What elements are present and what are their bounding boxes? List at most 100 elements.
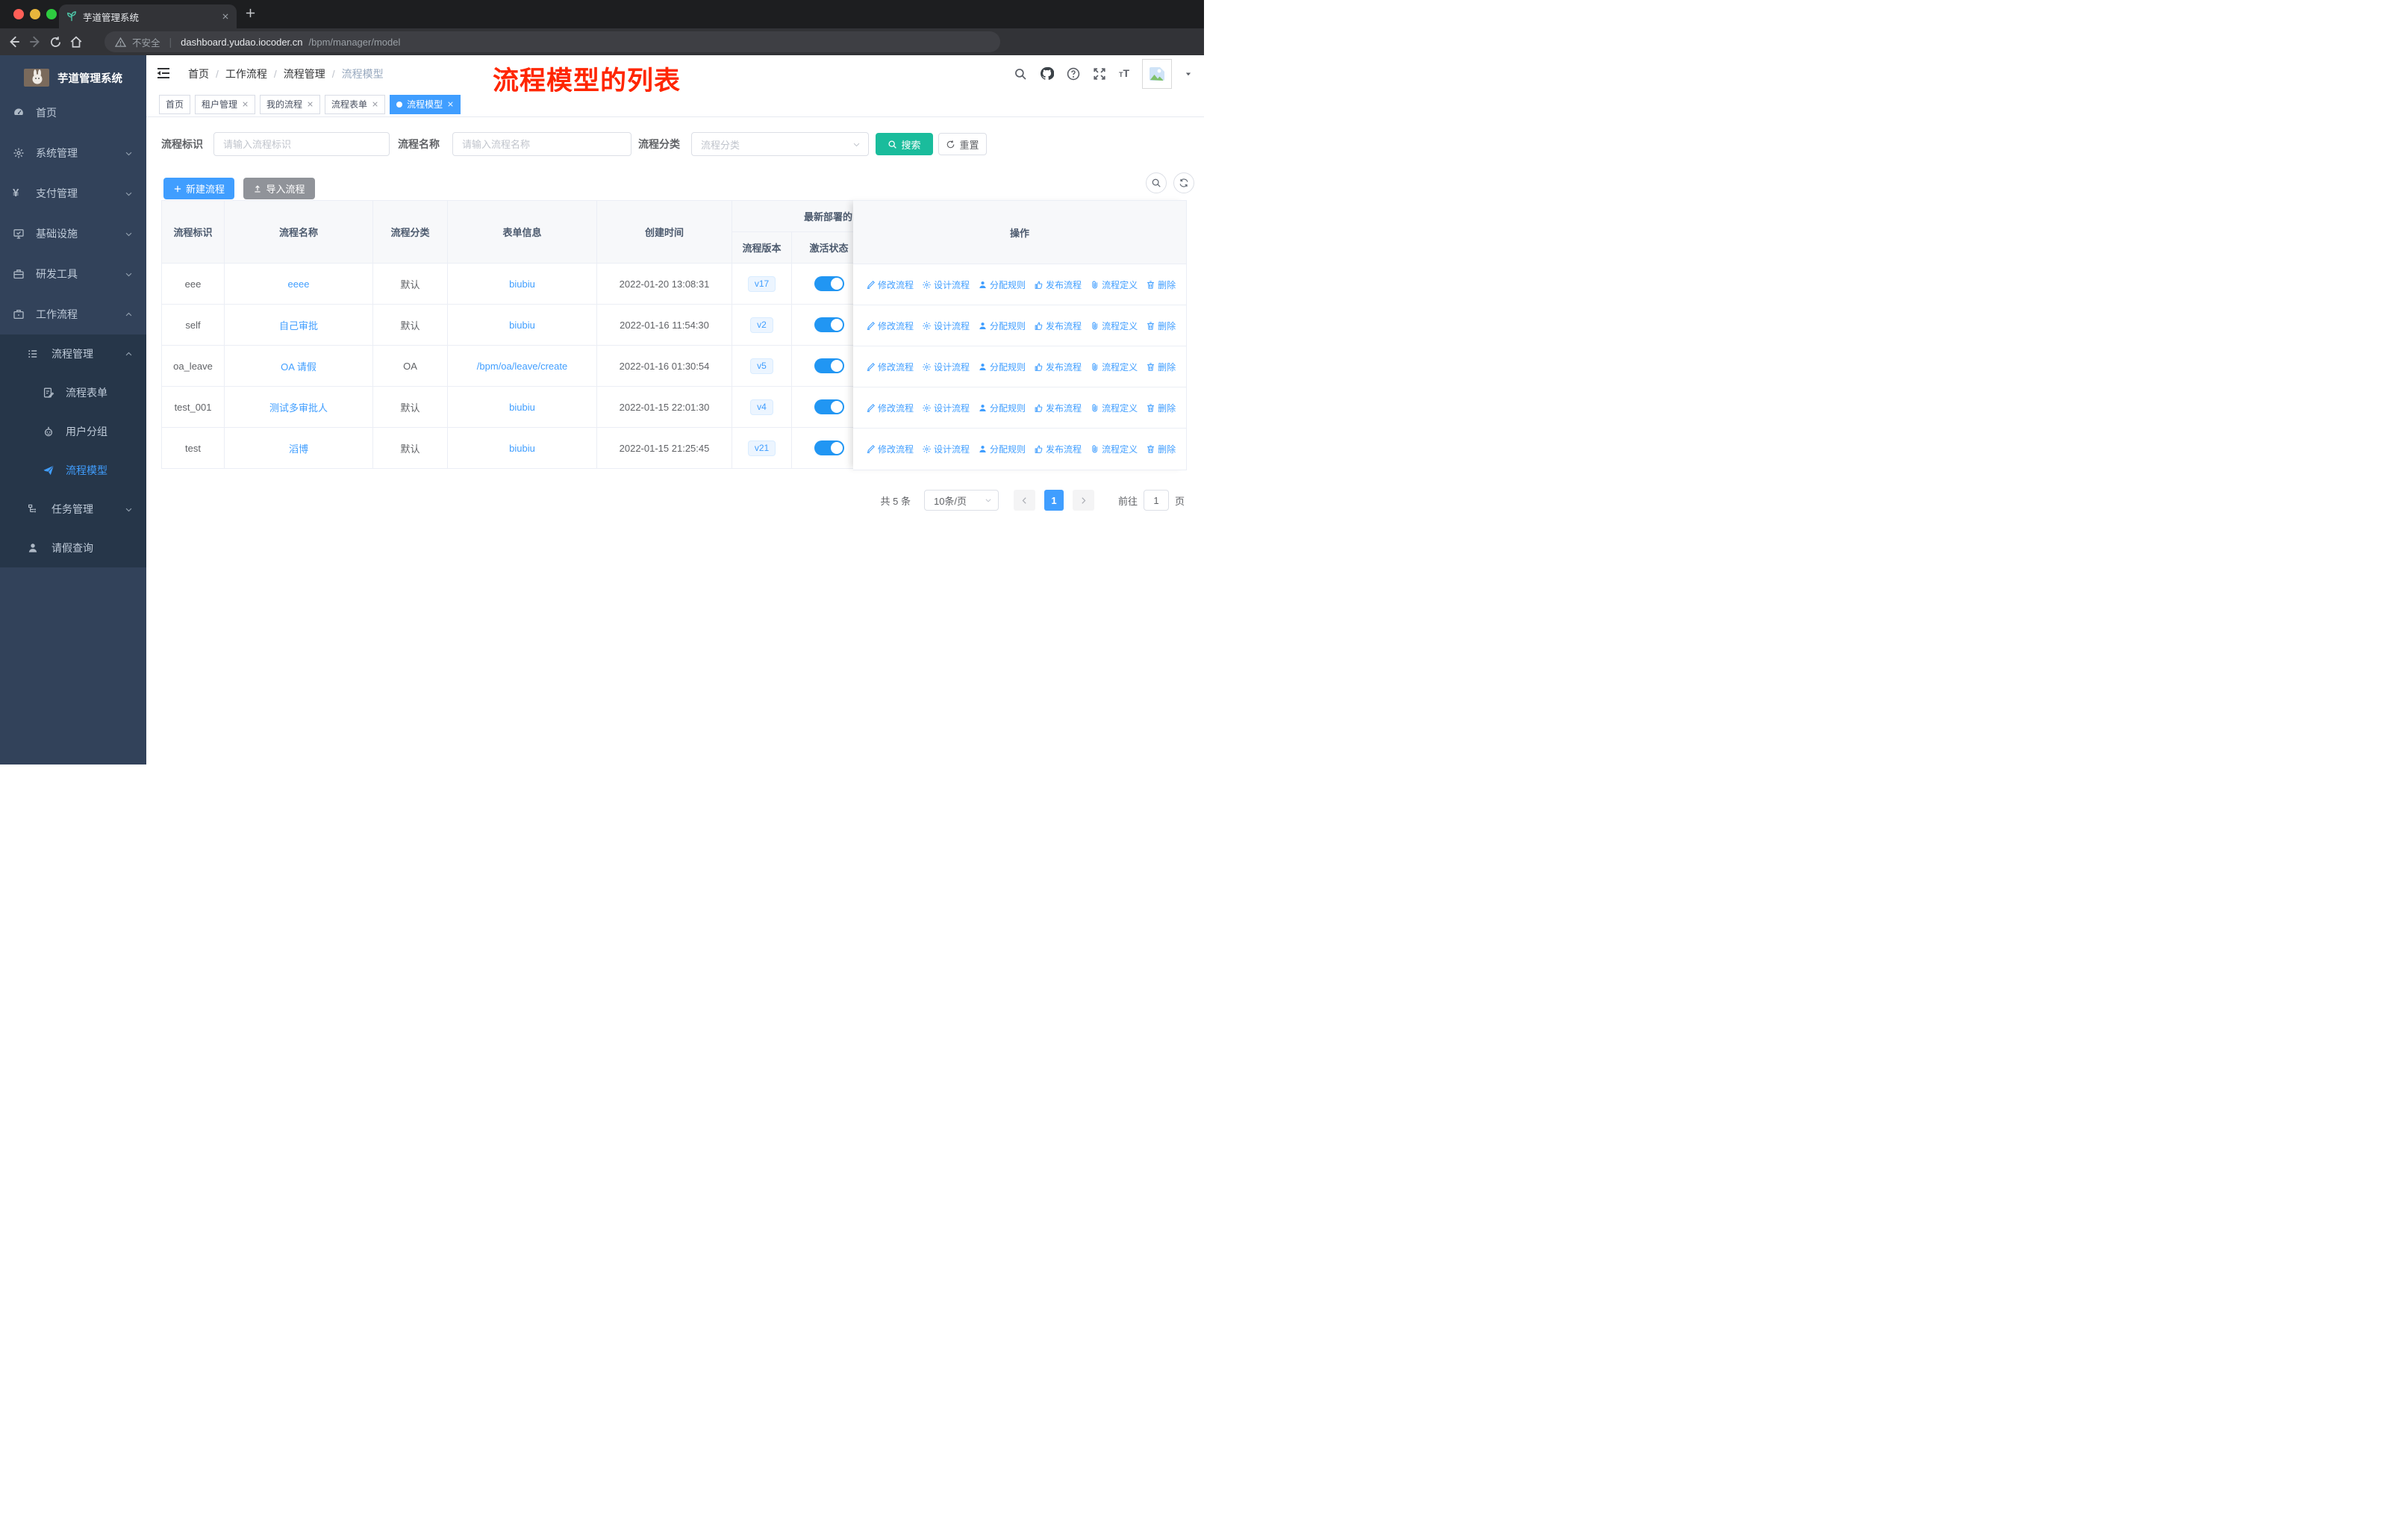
tag-tenant[interactable]: 租户管理: [195, 94, 256, 114]
prev-page-button[interactable]: [1013, 490, 1035, 511]
tab-close-icon[interactable]: [222, 13, 229, 20]
minimize-window-button[interactable]: [30, 9, 40, 19]
process-name-link[interactable]: OA 请假: [281, 361, 316, 373]
form-info-link[interactable]: biubiu: [509, 443, 535, 454]
row-action-publish[interactable]: 发布流程: [1034, 402, 1082, 414]
row-action-assign[interactable]: 分配规则: [978, 320, 1026, 332]
avatar[interactable]: [1142, 58, 1172, 89]
activation-toggle[interactable]: [814, 317, 844, 332]
goto-page-input[interactable]: [1143, 490, 1169, 511]
activation-toggle[interactable]: [814, 399, 844, 414]
activation-toggle[interactable]: [814, 440, 844, 455]
row-action-publish[interactable]: 发布流程: [1034, 443, 1082, 455]
import-process-button[interactable]: 导入流程: [243, 178, 315, 199]
tag-process-model[interactable]: 流程模型: [390, 94, 461, 114]
row-action-publish[interactable]: 发布流程: [1034, 278, 1082, 291]
browser-tab[interactable]: 芋道管理系统: [59, 4, 237, 28]
sidebar-item-payment[interactable]: ¥ 支付管理: [0, 173, 146, 214]
form-info-link[interactable]: biubiu: [509, 320, 535, 331]
sidebar-item-home[interactable]: 首页: [0, 93, 146, 133]
sidebar-collapse-icon[interactable]: [156, 66, 171, 81]
maximize-window-button[interactable]: [46, 9, 57, 19]
row-action-edit[interactable]: 修改流程: [866, 361, 914, 373]
fullscreen-icon[interactable]: [1093, 67, 1106, 81]
page-1-button[interactable]: 1: [1044, 490, 1064, 511]
breadcrumb-process-mgmt[interactable]: 流程管理: [284, 66, 325, 81]
url-bar[interactable]: 不安全 | dashboard.yudao.iocoder.cn/bpm/man…: [105, 31, 1000, 52]
caret-down-icon[interactable]: [1185, 70, 1192, 78]
page-size-select[interactable]: 10条/页: [923, 490, 999, 511]
row-action-edit[interactable]: 修改流程: [866, 402, 914, 414]
refresh-button[interactable]: [1173, 172, 1194, 193]
search-icon[interactable]: [1014, 67, 1027, 81]
sidebar-item-process-mgmt[interactable]: 流程管理: [0, 334, 146, 373]
new-tab-button[interactable]: [245, 7, 256, 19]
close-icon[interactable]: [307, 101, 314, 108]
help-icon[interactable]: [1067, 67, 1080, 81]
row-action-assign[interactable]: 分配规则: [978, 278, 1026, 291]
activation-toggle[interactable]: [814, 358, 844, 373]
font-size-icon[interactable]: TT: [1119, 67, 1129, 81]
row-action-definition[interactable]: 流程定义: [1090, 402, 1138, 414]
sidebar-item-workflow[interactable]: 工作流程: [0, 294, 146, 334]
version-badge[interactable]: v17: [747, 275, 776, 292]
sidebar-item-task-mgmt[interactable]: 任务管理: [0, 490, 146, 529]
row-action-delete[interactable]: 删除: [1146, 402, 1176, 414]
tag-process-form[interactable]: 流程表单: [325, 94, 386, 114]
sidebar-item-system[interactable]: 系统管理: [0, 133, 146, 173]
process-name-input[interactable]: [452, 132, 631, 156]
row-action-edit[interactable]: 修改流程: [866, 443, 914, 455]
row-action-assign[interactable]: 分配规则: [978, 443, 1026, 455]
row-action-definition[interactable]: 流程定义: [1090, 361, 1138, 373]
row-action-delete[interactable]: 删除: [1146, 361, 1176, 373]
row-action-design[interactable]: 设计流程: [922, 443, 970, 455]
row-action-delete[interactable]: 删除: [1146, 320, 1176, 332]
version-badge[interactable]: v2: [750, 317, 773, 333]
sidebar-item-process-form[interactable]: 流程表单: [0, 373, 146, 412]
sidebar-item-leave-query[interactable]: 请假查询: [0, 529, 146, 567]
row-action-definition[interactable]: 流程定义: [1090, 320, 1138, 332]
reload-icon[interactable]: [49, 36, 62, 49]
back-icon[interactable]: [7, 35, 21, 49]
tag-my-process[interactable]: 我的流程: [260, 94, 321, 114]
home-icon[interactable]: [69, 35, 83, 49]
form-info-link[interactable]: biubiu: [509, 278, 535, 290]
row-action-design[interactable]: 设计流程: [922, 361, 970, 373]
github-icon[interactable]: [1040, 66, 1054, 81]
process-category-select[interactable]: 流程分类: [691, 132, 869, 156]
process-key-input[interactable]: [213, 132, 390, 156]
version-badge[interactable]: v21: [747, 440, 776, 456]
process-name-link[interactable]: eeee: [288, 278, 310, 290]
forward-icon[interactable]: [28, 35, 42, 49]
tag-home[interactable]: 首页: [159, 94, 191, 114]
row-action-design[interactable]: 设计流程: [922, 402, 970, 414]
row-action-design[interactable]: 设计流程: [922, 320, 970, 332]
close-window-button[interactable]: [13, 9, 24, 19]
process-name-link[interactable]: 测试多审批人: [269, 402, 328, 414]
version-badge[interactable]: v5: [750, 358, 773, 374]
row-action-design[interactable]: 设计流程: [922, 278, 970, 291]
close-icon[interactable]: [242, 101, 249, 108]
sidebar-item-process-model[interactable]: 流程模型: [0, 451, 146, 490]
reset-button[interactable]: 重置: [938, 133, 987, 155]
row-action-publish[interactable]: 发布流程: [1034, 361, 1082, 373]
breadcrumb-home[interactable]: 首页: [188, 66, 209, 81]
close-icon[interactable]: [447, 101, 454, 108]
sidebar-item-infra[interactable]: 基础设施: [0, 214, 146, 254]
row-action-publish[interactable]: 发布流程: [1034, 320, 1082, 332]
row-action-assign[interactable]: 分配规则: [978, 361, 1026, 373]
activation-toggle[interactable]: [814, 276, 844, 291]
row-action-edit[interactable]: 修改流程: [866, 320, 914, 332]
breadcrumb-workflow[interactable]: 工作流程: [225, 66, 267, 81]
show-search-toggle-button[interactable]: [1146, 172, 1167, 193]
row-action-delete[interactable]: 删除: [1146, 443, 1176, 455]
search-button[interactable]: 搜索: [876, 133, 933, 155]
row-action-assign[interactable]: 分配规则: [978, 402, 1026, 414]
security-label[interactable]: 不安全: [132, 35, 160, 49]
close-icon[interactable]: [372, 101, 378, 108]
row-action-edit[interactable]: 修改流程: [866, 278, 914, 291]
row-action-definition[interactable]: 流程定义: [1090, 278, 1138, 291]
process-name-link[interactable]: 滔博: [289, 443, 308, 455]
sidebar-item-devtools[interactable]: 研发工具: [0, 254, 146, 294]
version-badge[interactable]: v4: [750, 399, 773, 415]
